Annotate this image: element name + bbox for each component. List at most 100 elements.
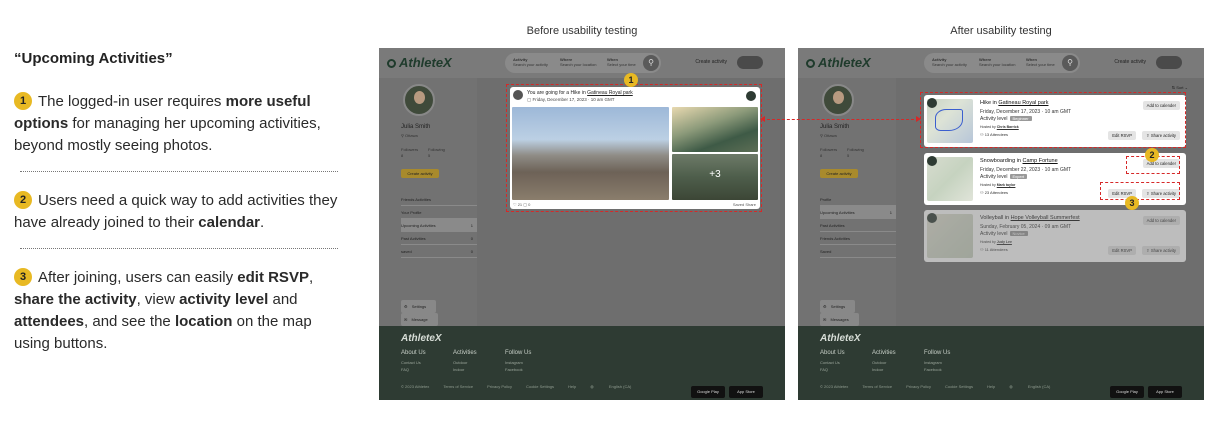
- place-link[interactable]: Camp Fortune: [1023, 158, 1058, 164]
- sort-dropdown[interactable]: ⇅ Sort ⌄: [1172, 85, 1188, 90]
- create-activity-button[interactable]: Create activity: [401, 169, 439, 178]
- highlight-before-card: [506, 84, 762, 212]
- activity-level: Activity level Expert: [980, 174, 1028, 180]
- footer-link[interactable]: Indoor: [453, 366, 477, 373]
- footer-link[interactable]: Contact Us: [820, 359, 845, 366]
- search-bar[interactable]: Activity Search your activity Where Search…: [924, 53, 1080, 73]
- footer-link[interactable]: Outdoor: [453, 359, 477, 366]
- sidebar-item-past-activities[interactable]: Past Activities: [820, 219, 896, 232]
- chevron-down-icon: ⌄: [1183, 85, 1188, 90]
- activity-host: Hosted by Judy Lee: [980, 240, 1012, 244]
- footer-logo: AthleteX: [401, 333, 442, 344]
- top-bar: AthleteX Activity Search your activity Wh…: [798, 48, 1204, 78]
- annotation-point-2: 2 Users need a quick way to add activitie…: [14, 191, 338, 231]
- user-menu-toggle[interactable]: [1156, 56, 1182, 69]
- following-count[interactable]: Following 5: [847, 147, 864, 159]
- sidebar-item-your-profile[interactable]: Your Profile: [401, 206, 477, 219]
- footer-link[interactable]: Outdoor: [872, 359, 896, 366]
- globe-icon: ◍: [1009, 384, 1014, 389]
- create-activity-link[interactable]: Create activity: [695, 59, 727, 65]
- footer-link[interactable]: Instagram: [924, 359, 950, 366]
- host-link[interactable]: Mark taylor: [997, 183, 1016, 187]
- sidebar-item-past-activities[interactable]: Past Activities 0: [401, 232, 477, 245]
- usability-comparison: “Upcoming Activities” 1 The logged-in use…: [0, 0, 1224, 424]
- footer: AthleteX About Us Contact Us FAQ Activitie…: [379, 326, 785, 400]
- avatar: [822, 84, 854, 116]
- level-badge: Expert: [1009, 174, 1028, 179]
- settings-button[interactable]: ⚙ Settings: [820, 300, 856, 313]
- create-activity-link[interactable]: Create activity: [1114, 59, 1146, 65]
- top-bar: AthleteX Activity Search your activity Wh…: [379, 48, 785, 78]
- activity-card[interactable]: Volleyball in Hope Volleyball Summerfest…: [924, 210, 1186, 262]
- activity-title: Snowboarding in Camp Fortune: [980, 158, 1058, 164]
- logo-icon: [387, 59, 396, 68]
- edit-rsvp-button[interactable]: Edit RSVP: [1108, 246, 1136, 255]
- footer-link[interactable]: FAQ: [820, 366, 845, 373]
- sidebar-item-saved[interactable]: Saved: [820, 245, 896, 258]
- footer-legal: © 2023 Athletex Terms of Service Privacy P…: [820, 384, 1051, 389]
- marker-3: 3: [1125, 196, 1139, 210]
- search-icon[interactable]: ⚲: [643, 55, 659, 71]
- number-badge: 2: [14, 191, 32, 209]
- google-play-badge[interactable]: Google Play: [691, 386, 725, 398]
- followers-count[interactable]: Followers 8: [820, 147, 837, 159]
- messages-button[interactable]: ✉ Messages: [820, 313, 859, 326]
- footer-link[interactable]: Facebook: [924, 366, 950, 373]
- following-count[interactable]: Following 5: [428, 147, 445, 159]
- footer-link[interactable]: Facebook: [505, 366, 531, 373]
- footer-link[interactable]: FAQ: [401, 366, 426, 373]
- marker-2: 2: [1145, 148, 1159, 162]
- followers-count[interactable]: Followers 8: [401, 147, 418, 159]
- activity-title: Volleyball in Hope Volleyball Summerfest: [980, 215, 1080, 221]
- activity-attendees[interactable]: ⚇ 23 Attendees: [980, 190, 1008, 195]
- profile-actions: ⚙ Settings✉ Messages: [820, 300, 896, 326]
- activity-date: Sunday, February 05, 2024 · 09 am GMT: [980, 224, 1072, 230]
- user-menu-toggle[interactable]: [737, 56, 763, 69]
- host-link[interactable]: Judy Lee: [997, 240, 1012, 244]
- logo[interactable]: AthleteX: [806, 55, 871, 70]
- message-button[interactable]: ✉ Message: [401, 313, 438, 326]
- add-to-calendar-button[interactable]: Add to calender: [1142, 216, 1180, 225]
- app-store-badge[interactable]: App Store: [1148, 386, 1182, 398]
- share-activity-button[interactable]: ⇪ Share activity: [1142, 246, 1180, 255]
- annotation-point-3: 3 After joining, users can easily edit RS…: [14, 268, 314, 352]
- activity-attendees[interactable]: ⚇ 11 Attendees: [980, 247, 1008, 252]
- profile-name: Julia Smith: [820, 124, 850, 130]
- profile-sidebar: Julia Smith ⚲ Ottawa Followers 8 Followin…: [379, 78, 477, 326]
- app-store-badges: Google Play App Store: [1106, 380, 1182, 398]
- avatar: [403, 84, 435, 116]
- google-play-badge[interactable]: Google Play: [1110, 386, 1144, 398]
- sidebar-item-upcoming-activities[interactable]: Upcoming Activities 1: [401, 219, 477, 232]
- sidebar-menu: Friends Activities Your Profile Upcoming…: [401, 193, 477, 258]
- annotation-point-1: 1 The logged-in user requires more useful…: [14, 92, 321, 154]
- divider: [20, 171, 338, 172]
- create-activity-button[interactable]: Create activity: [820, 169, 858, 178]
- footer-logo: AthleteX: [820, 333, 861, 344]
- footer-link[interactable]: Contact Us: [401, 359, 426, 366]
- sidebar-item-friends-activities[interactable]: Friends Activities: [820, 232, 896, 245]
- footer-link[interactable]: Instagram: [505, 359, 531, 366]
- sidebar-item-friends-activities[interactable]: Friends Activities: [401, 193, 477, 206]
- settings-button[interactable]: ⚙ Settings: [401, 300, 437, 313]
- place-link[interactable]: Hope Volleyball Summerfest: [1011, 215, 1080, 221]
- sidebar-item-saved[interactable]: saved 0: [401, 245, 477, 258]
- logo[interactable]: AthleteX: [387, 55, 452, 70]
- search-icon[interactable]: ⚲: [1062, 55, 1078, 71]
- sidebar-menu: Profile Upcoming Activities 1 Past Activi…: [820, 193, 896, 258]
- globe-icon: ◍: [590, 384, 595, 389]
- marker-1: 1: [624, 73, 638, 87]
- number-badge: 1: [14, 92, 32, 110]
- annotation-title: “Upcoming Activities”: [14, 50, 173, 67]
- search-bar[interactable]: Activity Search your activity Where Search…: [505, 53, 661, 73]
- profile-location: ⚲ Ottawa: [820, 133, 837, 138]
- highlight-after-card: [920, 92, 1186, 148]
- footer-link[interactable]: Indoor: [872, 366, 896, 373]
- divider: [20, 248, 338, 249]
- sidebar-item-profile[interactable]: Profile: [820, 193, 896, 206]
- logo-icon: [806, 59, 815, 68]
- profile-actions: ⚙ Settings✉ Message: [401, 300, 477, 326]
- app-store-badge[interactable]: App Store: [729, 386, 763, 398]
- sidebar-item-upcoming-activities[interactable]: Upcoming Activities 1: [820, 206, 896, 219]
- footer: AthleteX About Us Contact Us FAQ Activitie…: [798, 326, 1204, 400]
- activity-level: Activity level Novice: [980, 231, 1028, 237]
